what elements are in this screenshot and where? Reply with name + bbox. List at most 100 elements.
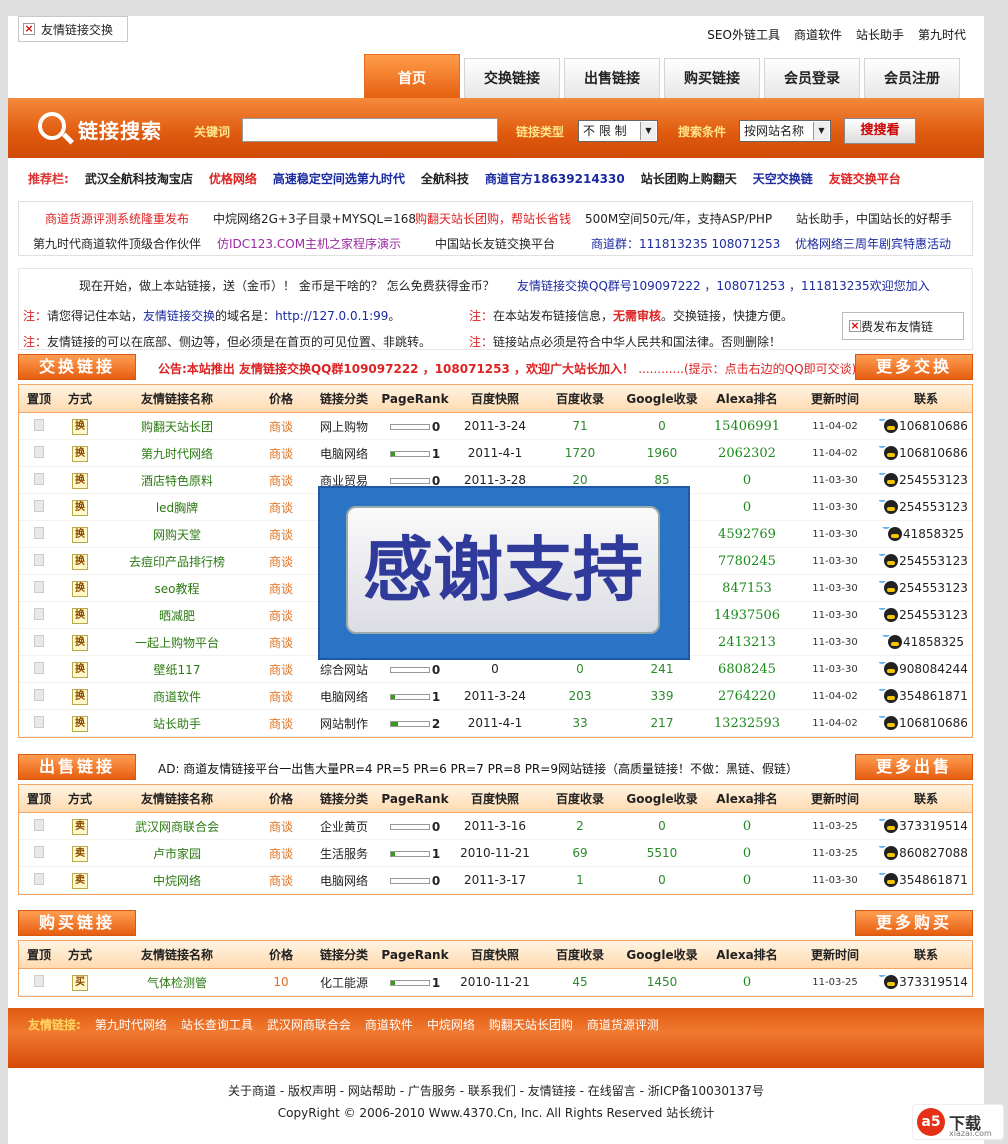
pin-icon[interactable] [34,526,44,539]
link-name[interactable]: 去痘印产品排行榜 [101,553,253,570]
pin-icon[interactable] [34,418,44,431]
friend-link[interactable]: 购翻天站长团购 [489,1016,573,1060]
qq-icon[interactable] [879,818,899,834]
ad-link[interactable]: 优格网络三周年剧宾特惠活动 [795,235,951,252]
recommend-link[interactable]: 全航科技 [421,170,469,187]
qq-icon[interactable] [879,661,899,677]
qq-number[interactable]: 106810686 [899,419,968,433]
recommend-link[interactable]: 站长团购上购翻天 [641,170,737,187]
qq-icon[interactable] [879,688,899,704]
link-name[interactable]: 卢市家园 [101,845,253,862]
ad-link[interactable]: 站长助手，中国站长的好帮手 [796,210,952,227]
qq-number[interactable]: 41858325 [903,635,964,649]
link-name[interactable]: 晒减肥 [101,607,253,624]
ad-link[interactable]: 第九时代商道软件顶级合作伙伴 [33,235,201,252]
more-sell-button[interactable]: 更多出售 [855,754,973,780]
recommend-link[interactable]: 友链交换平台 [829,170,901,187]
exchange-title-button[interactable]: 交换链接 [18,354,136,380]
qq-icon[interactable] [879,580,899,596]
link-name[interactable]: 中烷网络 [101,872,253,889]
friend-link[interactable]: 中烷网络 [427,1016,475,1060]
recommend-link[interactable]: 高速稳定空间选第九时代 [273,170,405,187]
pin-icon[interactable] [34,607,44,620]
link-name[interactable]: 第九时代网络 [101,445,253,462]
table-row[interactable]: 换商道软件 商谈 电脑网络 1 2011-3-24 203 339 2764220 11-04-… [19,683,972,710]
table-row[interactable]: 换购翻天站长团 商谈 网上购物 0 2011-3-24 71 0 15406991 11-04-… [19,413,972,440]
qq-number[interactable]: 41858325 [903,527,964,541]
qq-icon[interactable] [879,872,899,888]
free-publish-button[interactable]: × 免费发布友情链 [842,312,964,340]
link-name[interactable]: 酒店特色原料 [101,472,253,489]
buy-title-button[interactable]: 购买链接 [18,910,136,936]
site-logo[interactable]: × 友情链接交换 [18,16,128,42]
ad-link[interactable]: 中国站长友链交换平台 [435,235,555,252]
qq-icon[interactable] [881,526,902,542]
sell-title-button[interactable]: 出售链接 [18,754,136,780]
recommend-link[interactable]: 天空交换链 [753,170,813,187]
friend-link[interactable]: 站长查询工具 [181,1016,253,1060]
friend-link[interactable]: 第九时代网络 [95,1016,167,1060]
keyword-input[interactable] [242,118,498,142]
tab-buy[interactable]: 购买链接 [664,58,760,98]
pin-icon[interactable] [34,818,44,831]
ad-link[interactable]: 购翻天站长团购，帮站长省钱 [415,210,571,227]
link-name[interactable]: 一起上购物平台 [101,634,253,651]
site-url-link[interactable]: http://127.0.0.1:99 [275,309,388,323]
qq-number[interactable]: 373319514 [899,819,968,833]
table-row[interactable]: 换第九时代网络 商谈 电脑网络 1 2011-4-1 1720 1960 2062302 11-… [19,440,972,467]
tab-login[interactable]: 会员登录 [764,58,860,98]
tab-register[interactable]: 会员注册 [864,58,960,98]
qq-icon[interactable] [879,845,899,861]
link-name[interactable]: 网购天堂 [101,526,253,543]
top-link[interactable]: 第九时代 [918,26,966,43]
search-button[interactable]: 搜搜看 [844,118,916,144]
qq-number[interactable]: 106810686 [899,716,968,730]
link-name[interactable]: 商道软件 [101,688,253,705]
ad-link[interactable]: 中烷网络2G+3子目录+MYSQL=168 [213,210,416,227]
table-row[interactable]: 换站长助手 商谈 网站制作 2 2011-4-1 33 217 13232593 11-04-0… [19,710,972,737]
top-link[interactable]: 站长助手 [856,26,904,43]
qq-icon[interactable] [879,499,899,515]
qq-number[interactable]: 354861871 [899,873,968,887]
pin-icon[interactable] [34,553,44,566]
link-name[interactable]: 站长助手 [101,715,253,732]
qq-number[interactable]: 254553123 [899,581,968,595]
pin-icon[interactable] [34,445,44,458]
pin-icon[interactable] [34,845,44,858]
type-select[interactable]: 不 限 制 ▼ [578,120,658,142]
qq-number[interactable]: 254553123 [899,554,968,568]
tab-sell[interactable]: 出售链接 [564,58,660,98]
qq-number[interactable]: 106810686 [899,446,968,460]
top-link[interactable]: SEO外链工具 [707,26,780,43]
table-row[interactable]: 卖中烷网络 商谈 电脑网络 0 2011-3-17 1 0 0 11-03-30 35486187… [19,867,972,894]
tab-home[interactable]: 首页 [364,54,460,98]
pin-icon[interactable] [34,872,44,885]
friend-link[interactable]: 商道货源评测 [587,1016,659,1060]
qq-number[interactable]: 254553123 [899,608,968,622]
table-row[interactable]: 卖武汉网商联合会 商谈 企业黄页 0 2011-3-16 2 0 0 11-03-25 37331… [19,813,972,840]
top-link[interactable]: 商道软件 [794,26,842,43]
pin-icon[interactable] [34,634,44,647]
qq-icon[interactable] [879,472,899,488]
friend-link[interactable]: 商道软件 [365,1016,413,1060]
link-name[interactable]: 购翻天站长团 [101,418,253,435]
qq-icon[interactable] [881,634,902,650]
condition-select[interactable]: 按网站名称 ▼ [739,120,831,142]
qq-icon[interactable] [879,715,899,731]
pin-icon[interactable] [34,974,44,987]
pin-icon[interactable] [34,661,44,674]
ad-link[interactable]: 商道群：111813235 108071253 [591,235,780,252]
ad-link[interactable]: 商道货源评测系统隆重发布 [45,210,189,227]
site-name-link[interactable]: 友情链接交换 [143,309,215,323]
qq-icon[interactable] [879,974,899,990]
pin-icon[interactable] [34,499,44,512]
pin-icon[interactable] [34,580,44,593]
ad-link[interactable]: 仿IDC123.COM主机之家程序演示 [217,235,401,252]
qq-icon[interactable] [879,445,899,461]
table-row[interactable]: 换壁纸117 商谈 综合网站 0 0 0 241 6808245 11-03-30 9080842… [19,656,972,683]
more-exchange-button[interactable]: 更多交换 [855,354,973,380]
qq-icon[interactable] [879,418,899,434]
qq-number[interactable]: 254553123 [899,500,968,514]
pin-icon[interactable] [34,688,44,701]
link-name[interactable]: seo教程 [101,580,253,597]
